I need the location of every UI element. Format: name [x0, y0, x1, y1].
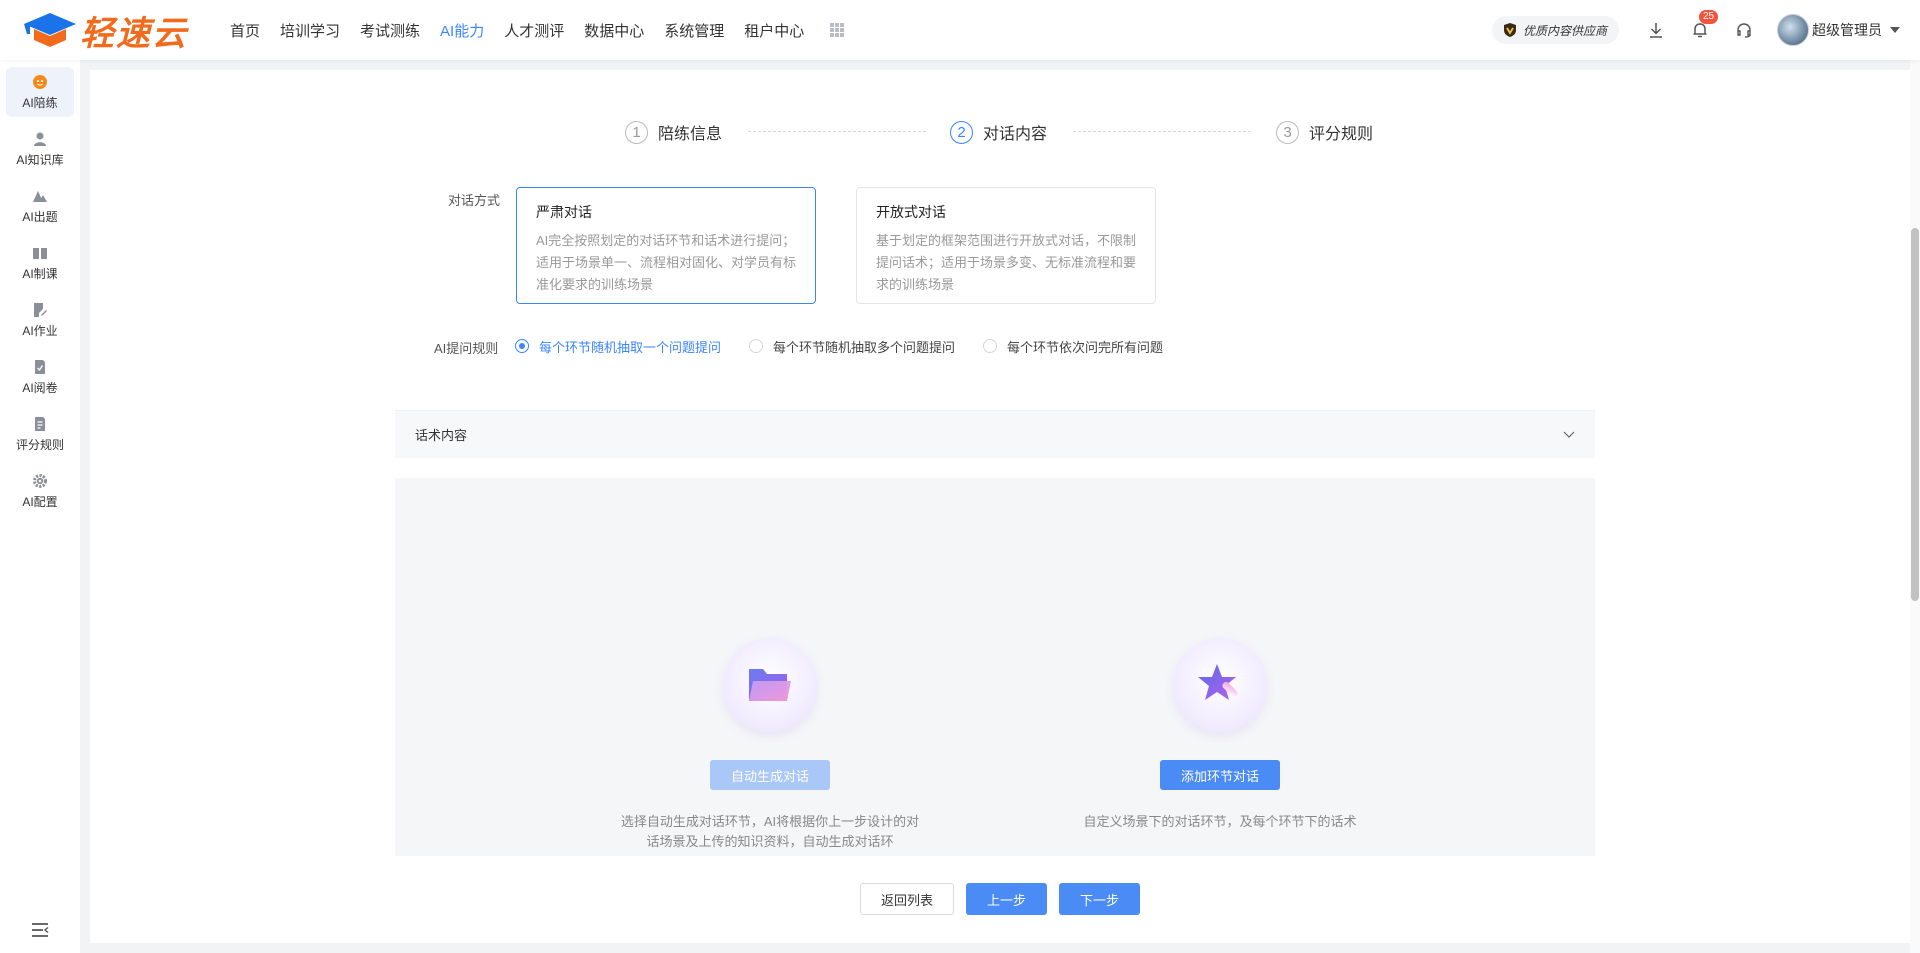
- add-dialog-option: 添加环节对话 自定义场景下的对话环节，及每个环节下的话术: [1070, 638, 1370, 832]
- step-number: 2: [950, 120, 973, 144]
- add-dialog-button[interactable]: 添加环节对话: [1159, 760, 1280, 790]
- brand-name: 轻速云: [80, 14, 188, 53]
- chevron-down-icon: [1890, 27, 1900, 33]
- radio-dot: [983, 339, 998, 353]
- radio-label: 每个环节依次问完所有问题: [1007, 339, 1164, 355]
- main-nav: 首页 培训学习 考试测练 AI能力 人才测评 数据中心 系统管理 租户中心: [230, 20, 845, 41]
- script-empty-state: 自动生成对话 选择自动生成对话环节，AI将根据你上一步设计的对话场景及上传的知识…: [395, 478, 1595, 856]
- prev-step-button[interactable]: 上一步: [965, 883, 1047, 915]
- mode-title: 开放式对话: [876, 204, 946, 220]
- scrollbar-thumb[interactable]: [1911, 228, 1919, 601]
- section-title: 话术内容: [415, 428, 468, 443]
- radio-label: 每个环节随机抽取一个问题提问: [539, 339, 722, 355]
- step-number: 3: [1276, 120, 1299, 144]
- auto-generate-option: 自动生成对话 选择自动生成对话环节，AI将根据你上一步设计的对话场景及上传的知识…: [620, 638, 920, 852]
- nav-item-ai[interactable]: AI能力: [440, 20, 484, 41]
- step-2: 2 对话内容: [950, 120, 1047, 144]
- doc-check-icon: [35, 359, 45, 374]
- nav-item-training[interactable]: 培训学习: [280, 20, 340, 41]
- option-description: 选择自动生成对话环节，AI将根据你上一步设计的对话场景及上传的知识资料，自动生成…: [620, 814, 920, 849]
- chevron-down-icon: [1563, 431, 1575, 438]
- nav-item-home[interactable]: 首页: [230, 20, 260, 41]
- mode-desc: 基于划定的框架范围进行开放式对话，不限制提问话术；适用于场景多变、无标准流程和要…: [876, 233, 1137, 292]
- sidebar-item-label: AI作业: [22, 323, 58, 338]
- footer-actions: 返回列表 上一步 下一步: [90, 883, 1910, 915]
- sidebar: AI陪练 AI知识库 AI出题 AI制课 AI作业 AI阅卷 评分规则 AI配置: [0, 60, 80, 953]
- avatar: [1777, 14, 1809, 46]
- auto-generate-button[interactable]: 自动生成对话: [709, 760, 830, 790]
- supplier-badge[interactable]: 优质内容供应商: [1491, 16, 1619, 44]
- step-connector: [748, 131, 926, 132]
- bell-icon[interactable]: 25: [1689, 10, 1719, 41]
- sidebar-item-label: AI阅卷: [22, 380, 58, 395]
- step-number: 1: [625, 120, 648, 144]
- dialog-mode-label: 对话方式: [448, 193, 501, 208]
- option-description: 自定义场景下的对话环节，及每个环节下的话术: [1083, 814, 1357, 829]
- nav-item-data[interactable]: 数据中心: [584, 20, 644, 41]
- triangles-icon: [33, 190, 47, 202]
- magic-star-icon: [1173, 638, 1267, 732]
- question-rule-label: AI提问规则: [434, 341, 499, 356]
- mode-desc: AI完全按照划定的对话环节和话术进行提问；适用于场景单一、流程相对固化、对学员有…: [536, 233, 797, 292]
- ai-coach-icon: [33, 74, 47, 89]
- folder-icon: [723, 638, 817, 732]
- step-title: 对话内容: [983, 126, 1048, 143]
- question-rule-radio-group: 每个环节随机抽取一个问题提问 每个环节随机抽取多个问题提问 每个环节依次问完所有…: [515, 336, 1191, 356]
- notification-badge: 25: [1699, 10, 1719, 24]
- user-name: 超级管理员: [1812, 22, 1882, 38]
- step-connector: [1073, 131, 1251, 132]
- sidebar-item-ai-config[interactable]: AI配置: [6, 466, 74, 516]
- book-icon: [33, 247, 47, 259]
- radio-random-many[interactable]: 每个环节随机抽取多个问题提问: [749, 337, 955, 356]
- user-menu[interactable]: 超级管理员: [1777, 14, 1900, 46]
- script-content-collapse[interactable]: 话术内容: [395, 410, 1595, 458]
- radio-dot: [749, 339, 764, 353]
- back-to-list-button[interactable]: 返回列表: [859, 883, 954, 915]
- sidebar-item-label: AI制课: [22, 266, 58, 281]
- radio-random-one[interactable]: 每个环节随机抽取一个问题提问: [515, 337, 721, 356]
- radio-dot: [515, 339, 529, 353]
- sidebar-item-label: AI出题: [22, 209, 58, 224]
- shield-icon: [1503, 23, 1516, 37]
- radio-ask-all[interactable]: 每个环节依次问完所有问题: [983, 337, 1163, 356]
- nav-item-exam[interactable]: 考试测练: [360, 20, 420, 41]
- step-1: 1 陪练信息: [625, 120, 722, 144]
- graduation-cap-icon: [20, 10, 78, 50]
- next-step-button[interactable]: 下一步: [1059, 883, 1141, 915]
- nav-item-talent[interactable]: 人才测评: [504, 20, 564, 41]
- mode-card-open[interactable]: 开放式对话 基于划定的框架范围进行开放式对话，不限制提问话术；适用于场景多变、无…: [856, 187, 1156, 304]
- sidebar-item-scoring-rules[interactable]: 评分规则: [6, 409, 74, 459]
- sidebar-item-ai-coach[interactable]: AI陪练: [6, 67, 74, 117]
- top-navbar: 轻速云 首页 培训学习 考试测练 AI能力 人才测评 数据中心 系统管理 租户中…: [0, 0, 1920, 60]
- sidebar-item-course-gen[interactable]: AI制课: [6, 238, 74, 288]
- nav-item-tenant[interactable]: 租户中心: [744, 20, 804, 41]
- step-title: 陪练信息: [658, 126, 723, 143]
- download-icon[interactable]: [1645, 19, 1667, 41]
- sidebar-item-homework[interactable]: AI作业: [6, 295, 74, 345]
- person-icon: [34, 132, 46, 146]
- headset-icon[interactable]: [1733, 19, 1755, 41]
- main-panel: 1 陪练信息 2 对话内容 3 评分规则 对话方式 严肃对话 AI完全按照划定的…: [90, 70, 1910, 943]
- sidebar-item-label: 评分规则: [15, 437, 64, 452]
- step-title: 评分规则: [1309, 126, 1374, 143]
- gear-icon: [33, 473, 47, 488]
- sidebar-item-label: AI陪练: [22, 95, 58, 110]
- step-3: 3 评分规则: [1276, 120, 1373, 144]
- sidebar-item-knowledge[interactable]: AI知识库: [6, 124, 74, 174]
- sidebar-item-label: AI配置: [22, 494, 58, 509]
- brand-logo[interactable]: 轻速云: [20, 6, 210, 55]
- sidebar-item-label: AI知识库: [16, 152, 64, 167]
- edit-doc-icon: [34, 302, 47, 317]
- doc-rule-icon: [35, 416, 45, 431]
- radio-label: 每个环节随机抽取多个问题提问: [773, 339, 956, 355]
- sidebar-item-question-gen[interactable]: AI出题: [6, 181, 74, 231]
- nav-item-system[interactable]: 系统管理: [664, 20, 724, 41]
- mode-card-strict[interactable]: 严肃对话 AI完全按照划定的对话环节和话术进行提问；适用于场景单一、流程相对固化…: [516, 187, 816, 304]
- apps-grid-icon[interactable]: [830, 23, 845, 37]
- supplier-label: 优质内容供应商: [1522, 23, 1607, 38]
- menu-collapse-icon[interactable]: [31, 922, 49, 938]
- mode-title: 严肃对话: [536, 204, 592, 220]
- sidebar-item-grading[interactable]: AI阅卷: [6, 352, 74, 402]
